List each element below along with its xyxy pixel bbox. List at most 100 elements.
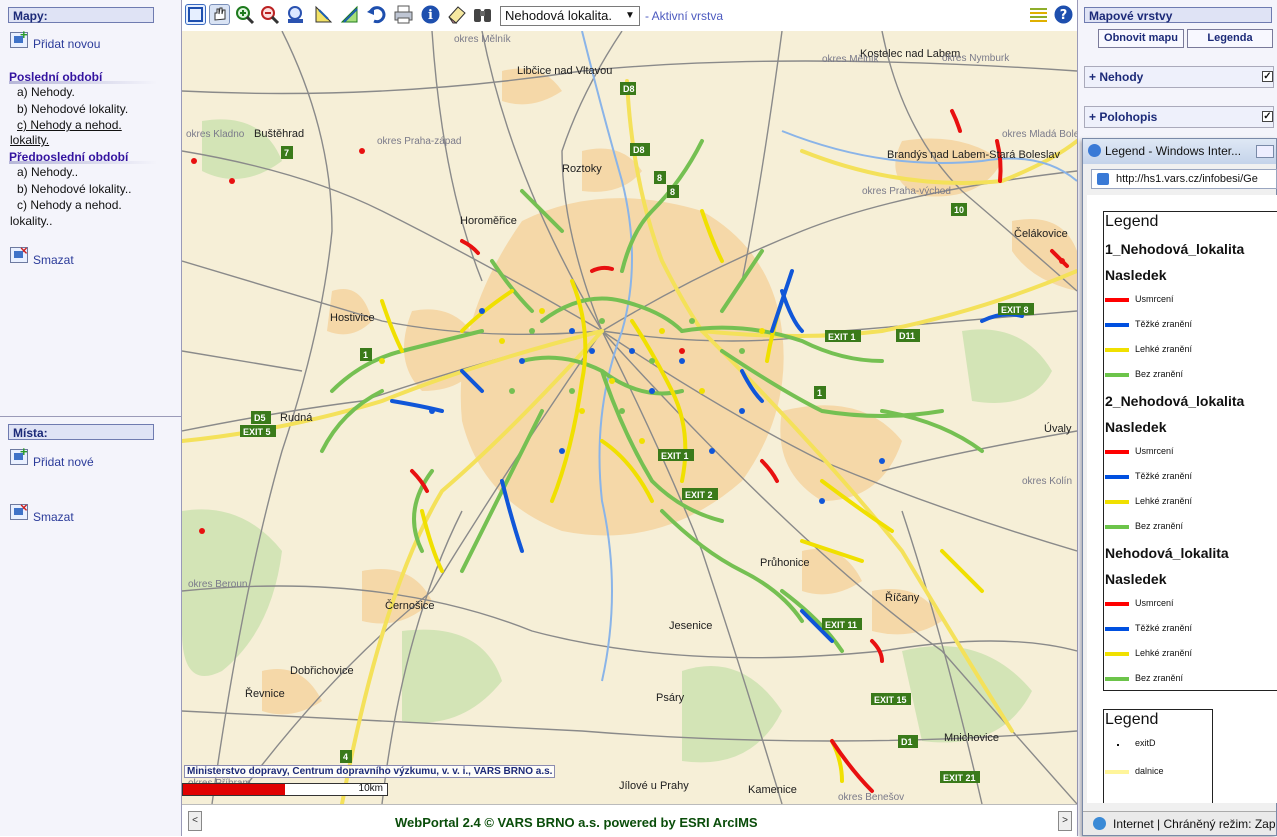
legend-class-label: Bez zranění [1135,369,1184,379]
last-period-item-c-cont[interactable]: lokality. [10,133,49,148]
legend-class-label: Těžké zranění [1135,319,1193,329]
legend-class-label: Bez zranění [1135,521,1184,531]
zoom-in-icon[interactable] [234,4,255,25]
map-svg[interactable]: Libčice nad Vltavou Kostelec nad Labem B… [182,31,1077,804]
zoom-out-icon[interactable] [259,4,280,25]
legend-button[interactable]: Legenda [1187,29,1273,48]
last-period-bar [9,81,157,84]
shield-label: 1 [363,350,368,360]
okres-label: okres Beroun [188,579,247,590]
browser-logo-icon [1088,144,1101,157]
add-place-icon[interactable] [10,444,28,465]
legend-group-field: Nasledek [1105,419,1167,435]
legend-class-label: Usmrcení [1135,294,1174,304]
scroll-right-button[interactable]: > [1058,811,1072,831]
layer-checkbox[interactable]: ✓ [1262,111,1273,122]
place-label: Roztoky [562,163,602,175]
delete-place-icon[interactable] [10,500,28,520]
layer-row-label: + Polohopis [1089,110,1158,124]
delete-map-icon[interactable] [10,243,28,263]
add-map-icon[interactable] [10,27,28,48]
add-map-link[interactable]: Přidat novou [33,37,100,52]
prev-period-item-b[interactable]: b) Nehodové lokality.. [17,182,132,197]
legend-icon[interactable] [1028,4,1049,25]
exit-label: EXIT 1 [661,451,689,461]
print-icon[interactable] [393,4,414,25]
okres-label: okres Kolín [1022,476,1072,487]
refresh-map-button[interactable]: Obnovit mapu [1098,29,1184,48]
legend-title: Legend [1105,213,1159,230]
layer-checkbox[interactable]: ✓ [1262,71,1273,82]
legend-class-label: Lehké zranění [1135,496,1193,506]
legend-group-field: Nasledek [1105,571,1167,587]
place-label: Průhonice [760,557,810,569]
legend-group-field: Nasledek [1105,267,1167,283]
active-layer-select-value: Nehodová lokalita. [505,8,612,23]
map-canvas[interactable]: Libčice nad Vltavou Kostelec nad Labem B… [182,31,1077,804]
place-label: Buštěhrad [254,128,304,140]
left-panel: Mapy: Přidat novou Poslední období a) Ne… [0,0,182,836]
legend-swatch [1105,475,1129,479]
maps-header: Mapy: [8,7,154,23]
places-header: Místa: [8,424,154,440]
legend-window-address-bar[interactable]: http://hs1.vars.cz/infobesi/Ge [1091,169,1277,189]
place-label: Říčany [885,591,920,604]
legend-window-title: Legend - Windows Inter... [1105,144,1242,158]
pan-hand-icon[interactable] [209,4,230,25]
place-label: Horoměřice [460,215,517,227]
prev-period-item-a[interactable]: a) Nehody.. [17,165,78,180]
prev-period-item-c[interactable]: c) Nehody a nehod. [17,198,122,213]
clear-icon[interactable] [446,4,467,25]
legend-class-label: Lehké zranění [1135,648,1193,658]
legend-class-label: Těžké zranění [1135,471,1193,481]
layers-header: Mapové vrstvy [1084,7,1272,23]
help-icon[interactable]: ? [1053,4,1074,25]
layer-row-polohopis[interactable]: + Polohopis ✓ [1084,106,1274,128]
measure-icon[interactable] [313,4,334,25]
shield-label: 8 [670,187,675,197]
shield-label: 8 [657,173,662,183]
layer-row-nehody[interactable]: + Nehody ✓ [1084,66,1274,88]
prev-period-item-c-cont[interactable]: lokality.. [10,214,52,229]
exit-label: EXIT 8 [1001,305,1029,315]
place-label: Černošice [385,599,435,612]
okres-label: okres Praha-západ [377,136,462,147]
scale-bar-fill [183,784,285,795]
svg-text:i: i [428,8,433,23]
status-text: Internet | Chráněný režim: Zap [1113,817,1276,831]
add-place-link[interactable]: Přidat nové [33,455,94,470]
full-extent-icon[interactable] [185,4,206,25]
place-label: Libčice nad Vltavou [517,65,612,77]
shield-label: 1 [817,388,822,398]
last-period-item-c[interactable]: c) Nehody a nehod. [17,118,122,133]
okres-label: okres Benešov [838,792,904,803]
legend-window[interactable]: Legend - Windows Inter... http://hs1.var… [1082,138,1277,836]
place-label: Brandýs nad Labem-Stará Boleslav [887,149,1061,161]
place-label: Jílové u Prahy [619,780,689,792]
delete-map-link[interactable]: Smazat [33,253,74,268]
legend-title-2: Legend [1105,711,1159,728]
active-layer-select[interactable]: Nehodová lokalita. ▼ [500,6,640,26]
legend-swatch [1105,525,1129,529]
undo-icon[interactable] [366,4,387,25]
zoom-to-layer-icon[interactable] [285,4,306,25]
legend-swatch [1105,602,1129,606]
last-period-item-b[interactable]: b) Nehodové lokality. [17,102,128,117]
prev-period-bar [9,161,157,164]
footer-credits: WebPortal 2.4 © VARS BRNO a.s. powered b… [395,815,758,830]
legend-swatch [1105,323,1129,327]
shield-label: D8 [633,145,645,155]
legend-window-titlebar[interactable]: Legend - Windows Inter... [1083,139,1276,164]
info-icon[interactable]: i [420,4,441,25]
scroll-left-button[interactable]: < [188,811,202,831]
delete-place-link[interactable]: Smazat [33,510,74,525]
legend-class-label: Usmrcení [1135,598,1174,608]
binoculars-icon[interactable] [472,4,493,25]
minimize-icon[interactable] [1256,145,1274,158]
measure-area-icon[interactable] [339,4,360,25]
shield-label: D1 [901,737,913,747]
last-period-item-a[interactable]: a) Nehody. [17,85,75,100]
place-label: Kamenice [748,784,797,796]
legend-window-statusbar: Internet | Chráněný režim: Zap [1083,811,1276,835]
exit-label: EXIT 15 [874,695,907,705]
